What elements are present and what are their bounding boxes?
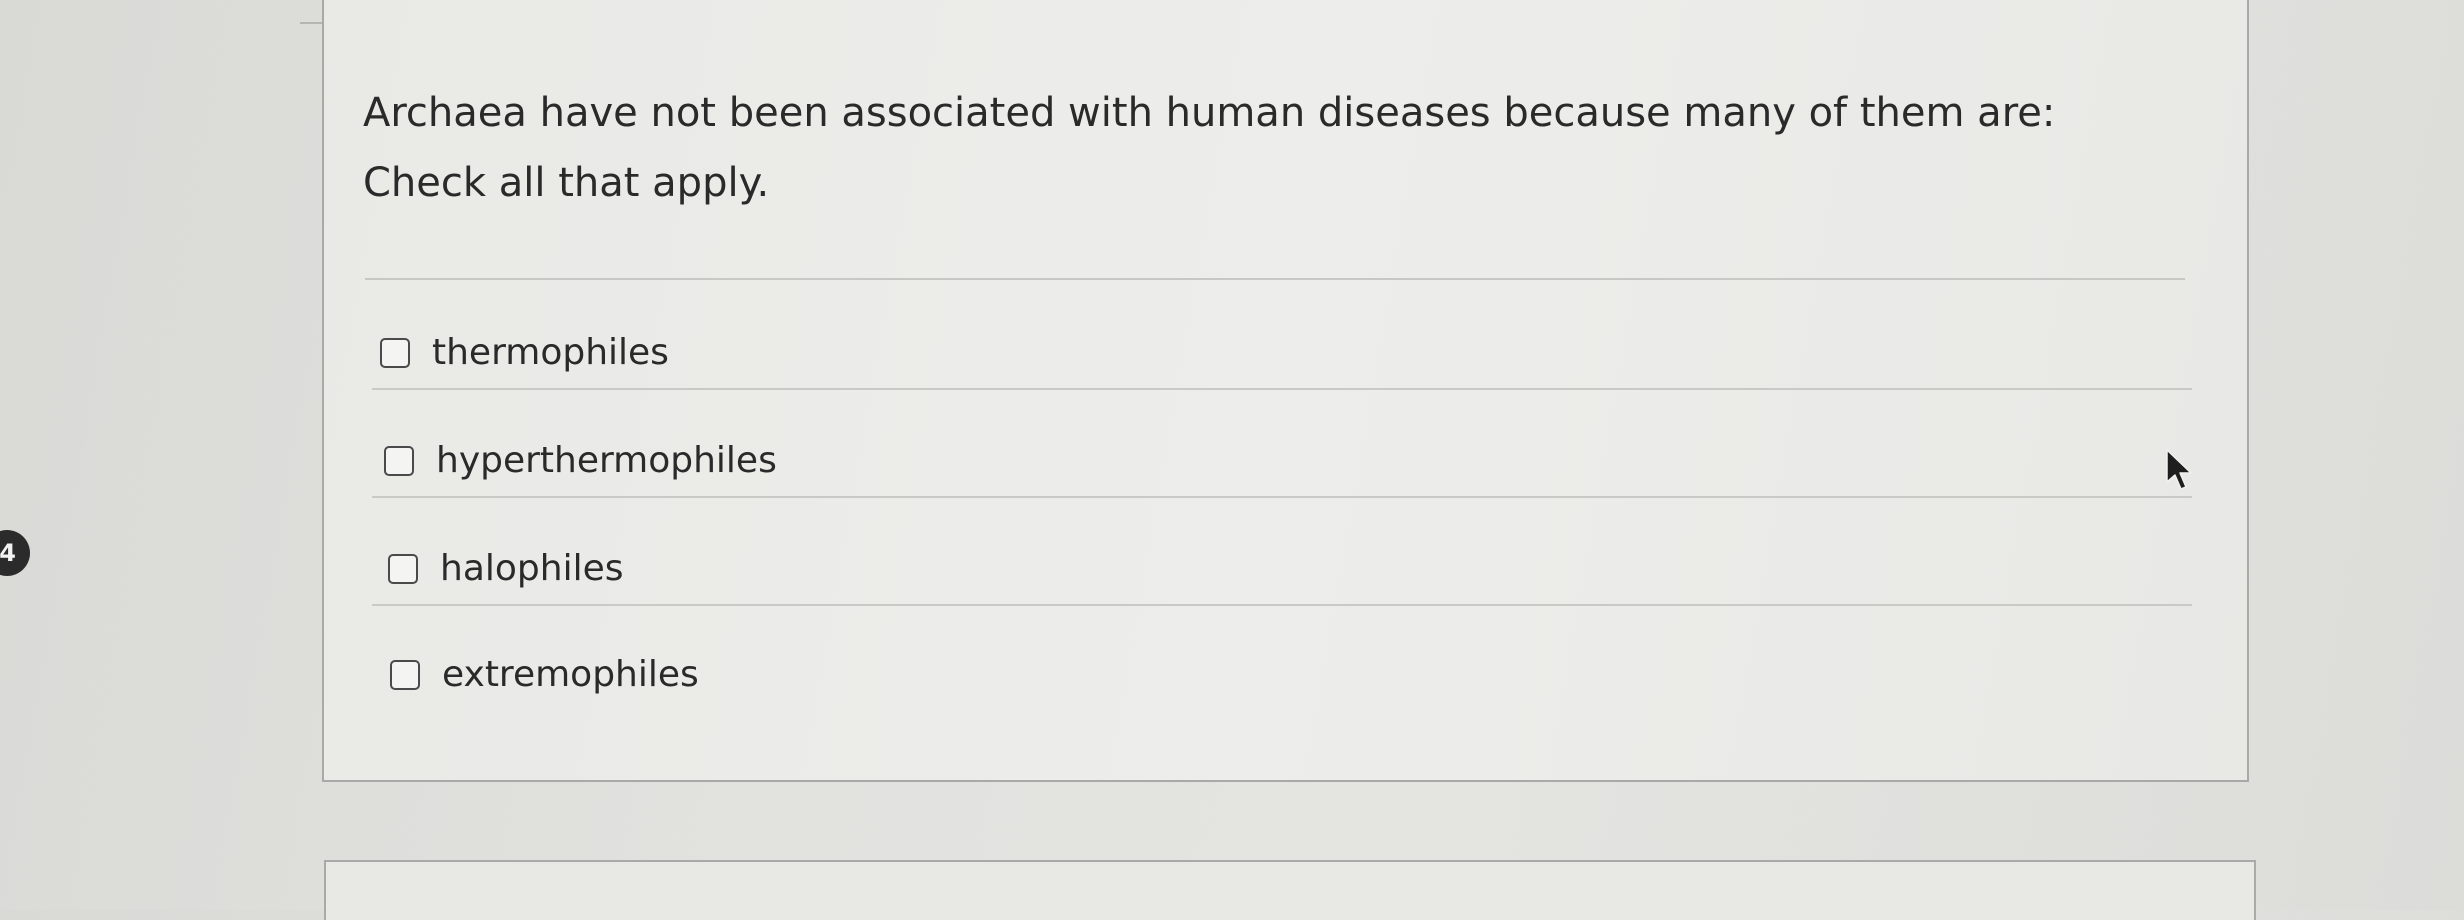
option-hyperthermophiles[interactable]: hyperthermophiles [384,440,777,481]
option-extremophiles[interactable]: extremophiles [390,654,699,695]
option-label: extremophiles [442,654,699,695]
option-label: hyperthermophiles [436,440,777,481]
mouse-pointer-arrow-icon [2166,449,2192,490]
option-divider [372,496,2192,498]
question-text: Archaea have not been associated with hu… [363,90,2056,206]
question-number-badge: 4 [0,530,30,576]
checkbox-unchecked-icon[interactable] [390,659,420,690]
option-halophiles[interactable]: halophiles [388,548,623,589]
option-divider [372,604,2192,606]
option-label: thermophiles [432,332,669,373]
option-thermophiles[interactable]: thermophiles [380,332,669,373]
checkbox-unchecked-icon[interactable] [384,445,414,476]
checkbox-unchecked-icon[interactable] [380,337,410,368]
checkbox-unchecked-icon[interactable] [388,553,418,584]
next-question-card [324,860,2256,920]
option-label: halophiles [440,548,624,589]
option-divider [372,388,2192,390]
question-divider [365,278,2185,280]
